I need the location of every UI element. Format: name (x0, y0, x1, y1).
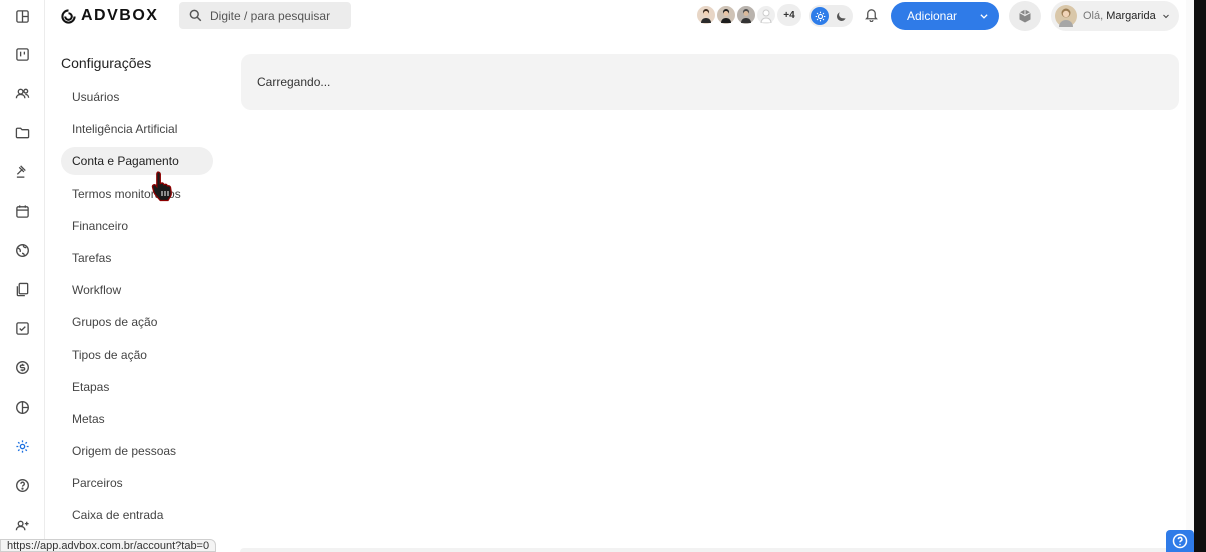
bell-icon[interactable] (864, 7, 879, 27)
settings-item-workflow[interactable]: Workflow (61, 276, 213, 304)
hand-cursor-icon (151, 171, 172, 202)
globe-icon[interactable] (12, 240, 32, 260)
more-avatars-count[interactable]: +4 (777, 4, 801, 26)
settings-item-grupos-de-acao[interactable]: Grupos de ação (61, 308, 213, 336)
documents-icon[interactable] (12, 279, 32, 299)
kanban-icon[interactable] (12, 44, 32, 64)
moon-icon[interactable] (833, 8, 849, 24)
window-edge (1194, 0, 1206, 552)
brand-name: ADVBOX (81, 7, 159, 24)
loading-text: Carregando... (257, 75, 331, 89)
help-chat-button[interactable] (1166, 530, 1194, 552)
settings-item-financeiro[interactable]: Financeiro (61, 212, 213, 240)
cube-icon (1019, 9, 1031, 23)
search-input[interactable] (210, 8, 340, 23)
team-avatars[interactable]: +4 (695, 4, 801, 26)
sun-icon[interactable] (811, 7, 829, 25)
calendar-icon[interactable] (12, 201, 32, 221)
top-bar: ADVBOX +4 Adicionar (45, 0, 1194, 32)
settings-item-tarefas[interactable]: Tarefas (61, 244, 213, 272)
chevron-down-icon[interactable] (1162, 12, 1170, 20)
scrollbar-track[interactable] (1186, 0, 1194, 552)
bottom-panel-edge (240, 548, 1180, 552)
settings-nav: Usuários Inteligência Artificial Conta e… (61, 83, 213, 534)
settings-item-inteligencia-artificial[interactable]: Inteligência Artificial (61, 115, 213, 143)
user-menu[interactable]: Olá, Margarida (1051, 1, 1179, 31)
avatar[interactable] (735, 4, 757, 26)
add-button-label: Adicionar (907, 9, 958, 23)
add-button[interactable]: Adicionar (891, 2, 999, 30)
user-name: Margarida (1106, 10, 1156, 22)
user-avatar[interactable] (1055, 5, 1077, 27)
add-user-icon[interactable] (12, 515, 32, 535)
content-panel: Carregando... (241, 54, 1179, 110)
settings-item-parceiros[interactable]: Parceiros (61, 469, 213, 497)
search-box[interactable] (179, 2, 351, 29)
chevron-down-icon[interactable] (979, 11, 989, 21)
logo-icon (61, 8, 76, 24)
people-icon[interactable] (12, 83, 32, 103)
avatar[interactable] (755, 4, 777, 26)
settings-title: Configurações (61, 55, 152, 71)
settings-item-conta-e-pagamento[interactable]: Conta e Pagamento (61, 147, 213, 176)
icon-rail (0, 0, 45, 552)
settings-item-termos-monitorados[interactable]: Termos monitorados (61, 180, 213, 208)
help-icon (1172, 533, 1188, 549)
gear-icon[interactable] (12, 436, 32, 456)
folder-icon[interactable] (12, 122, 32, 142)
theme-toggle[interactable] (809, 5, 853, 27)
settings-item-origem-de-pessoas[interactable]: Origem de pessoas (61, 437, 213, 465)
avatar[interactable] (695, 4, 717, 26)
settings-item-tipos-de-acao[interactable]: Tipos de ação (61, 341, 213, 369)
workspace-button[interactable] (1009, 1, 1041, 31)
gavel-icon[interactable] (12, 161, 32, 181)
checkbox-icon[interactable] (12, 318, 32, 338)
settings-item-caixa-de-entrada[interactable]: Caixa de entrada (61, 501, 213, 529)
status-bar-url: https://app.advbox.com.br/account?tab=0 (0, 539, 217, 552)
help-icon[interactable] (12, 475, 32, 495)
search-icon (189, 9, 202, 22)
settings-item-etapas[interactable]: Etapas (61, 373, 213, 401)
avatar[interactable] (715, 4, 737, 26)
brand-logo[interactable]: ADVBOX (61, 7, 158, 25)
greeting-text: Olá, (1083, 10, 1104, 22)
chart-pie-icon[interactable] (12, 397, 32, 417)
settings-item-usuarios[interactable]: Usuários (61, 83, 213, 111)
settings-item-metas[interactable]: Metas (61, 405, 213, 433)
dollar-icon[interactable] (12, 357, 32, 377)
layout-icon[interactable] (12, 6, 32, 26)
